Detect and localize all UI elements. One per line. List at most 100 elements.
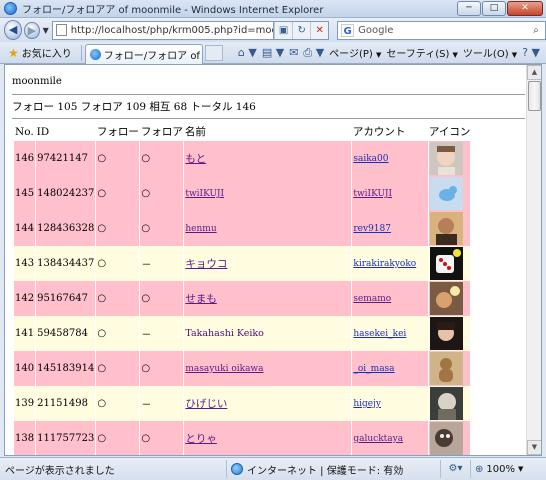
- row-account-cell: twiIKUJI: [351, 176, 430, 211]
- user-name-link[interactable]: ひげじい: [185, 398, 227, 410]
- home-icon[interactable]: ⌂ ▼: [238, 46, 257, 59]
- account-link[interactable]: _oi_masa: [353, 364, 394, 374]
- row-id: 111757723: [35, 421, 97, 455]
- user-name-link[interactable]: masayuki oikawa: [185, 364, 263, 374]
- tab-ie-icon: [89, 48, 101, 60]
- account-link[interactable]: rev9187: [353, 224, 391, 234]
- avatar: [429, 387, 470, 420]
- row-follow: ○: [95, 246, 141, 281]
- row-id: 148024237: [35, 176, 97, 211]
- row-id: 97421147: [35, 141, 97, 176]
- page-menu[interactable]: ページ(P) ▼: [329, 45, 381, 60]
- row-no: 145: [14, 176, 37, 211]
- account-link[interactable]: twiIKUJI: [353, 189, 392, 199]
- page-viewport: moonmile フォロー 105 フォロア 109 相互 68 トータル 14…: [4, 64, 542, 456]
- recent-pages-dropdown[interactable]: ▼: [43, 26, 49, 35]
- vertical-scrollbar[interactable]: ▲ ▼: [526, 65, 541, 455]
- command-bar: ★ お気に入り フォロー/フォロア of 005... ⌂ ▼ ▤ ▼ ✉ ⎙ …: [0, 42, 546, 64]
- browser-tab[interactable]: フォロー/フォロア of 005...: [84, 43, 203, 64]
- row-name-cell: twiIKUJI: [183, 176, 353, 211]
- window-controls: ─ □ ✕: [457, 1, 543, 16]
- row-no: 141: [14, 316, 37, 351]
- table-row: 141 59458784 ○ － Takahashi Keiko hasekei_kei: [14, 316, 471, 351]
- address-bar[interactable]: http://localhost/php/krm005.php?id=moo: [51, 20, 275, 40]
- row-account-cell: hasekei_kei: [351, 316, 430, 351]
- row-id: 128436328: [35, 211, 97, 246]
- feeds-icon[interactable]: ▤ ▼: [262, 46, 284, 59]
- print-icon[interactable]: ⎙ ▼: [303, 46, 324, 60]
- row-follower: －: [139, 246, 185, 281]
- security-zone[interactable]: インターネット | 保護モード: 有効: [226, 460, 440, 478]
- star-icon: ★: [8, 45, 19, 60]
- search-box[interactable]: G Google ⌕: [337, 20, 546, 40]
- avatar: [429, 352, 470, 385]
- row-avatar-cell: [428, 316, 471, 351]
- status-bar: ページが表示されました インターネット | 保護モード: 有効 ⚙▾ ⊕ 100…: [0, 457, 546, 480]
- close-button[interactable]: ✕: [507, 1, 543, 16]
- help-icon[interactable]: ? ▼: [522, 46, 540, 59]
- settings-icon[interactable]: ⚙▾: [440, 460, 470, 478]
- stop-icon[interactable]: ✕: [310, 21, 328, 39]
- address-url: http://localhost/php/krm005.php?id=moo: [70, 24, 275, 36]
- row-avatar-cell: [428, 141, 471, 176]
- row-avatar-cell: [428, 211, 471, 246]
- forward-button[interactable]: ▶: [24, 21, 40, 39]
- command-tools: ⌂ ▼ ▤ ▼ ✉ ⎙ ▼ ページ(P) ▼ セーフティ(S) ▼ ツール(O)…: [238, 45, 546, 61]
- row-avatar-cell: [428, 246, 471, 281]
- account-link[interactable]: hasekei_kei: [353, 329, 406, 339]
- row-avatar-cell: [428, 176, 471, 211]
- row-no: 144: [14, 211, 37, 246]
- row-no: 143: [14, 246, 37, 281]
- window-titlebar: フォロー/フォロアア of moonmile - Windows Interne…: [0, 0, 546, 18]
- maximize-button[interactable]: □: [482, 1, 506, 16]
- back-button[interactable]: ◀: [4, 20, 23, 40]
- user-name-link[interactable]: キョウコ: [185, 258, 227, 270]
- row-follower: ○: [139, 421, 185, 455]
- table-row: 146 97421147 ○ ○ もと saika00: [14, 141, 471, 176]
- tools-menu[interactable]: ツール(O) ▼: [463, 45, 517, 60]
- scroll-down-button[interactable]: ▼: [527, 440, 541, 455]
- row-no: 139: [14, 386, 37, 421]
- mail-icon[interactable]: ✉: [289, 46, 298, 59]
- search-icon[interactable]: ⌕: [527, 25, 545, 36]
- minimize-button[interactable]: ─: [457, 1, 481, 16]
- row-id: 59458784: [35, 316, 97, 351]
- scroll-up-button[interactable]: ▲: [527, 65, 541, 80]
- column-header-account: アカウント: [352, 126, 406, 138]
- row-id: 138434437: [35, 246, 97, 281]
- account-link[interactable]: semamo: [353, 294, 391, 304]
- row-account-cell: galucktaya: [351, 421, 430, 455]
- safety-menu[interactable]: セーフティ(S) ▼: [386, 45, 458, 60]
- user-table: No. ID フォロー フォロア 名前 アカウント アイコン 146 974211…: [14, 122, 471, 455]
- account-link[interactable]: galucktaya: [353, 434, 403, 444]
- user-name-link[interactable]: henmu: [185, 224, 216, 234]
- divider: [12, 94, 525, 95]
- row-account-cell: rev9187: [351, 211, 430, 246]
- new-tab-button[interactable]: [204, 44, 223, 61]
- compat-view-icon[interactable]: ▣: [274, 21, 292, 39]
- account-link[interactable]: kirakirakyoko: [353, 259, 416, 269]
- user-name-link[interactable]: twiIKUJI: [185, 189, 224, 199]
- row-name-cell: masayuki oikawa: [183, 351, 353, 386]
- row-name-cell: Takahashi Keiko: [183, 316, 353, 351]
- favorites-button[interactable]: ★ お気に入り: [0, 42, 78, 64]
- column-header-follow: フォロー: [96, 126, 139, 138]
- address-actions: ▣ ↻ ✕: [274, 20, 330, 40]
- account-link[interactable]: saika00: [353, 154, 388, 164]
- scroll-thumb[interactable]: [528, 81, 541, 111]
- row-no: 138: [14, 421, 37, 455]
- column-header-id: ID: [36, 125, 50, 138]
- row-avatar-cell: [428, 421, 471, 455]
- row-avatar-cell: [428, 351, 471, 386]
- user-name-link[interactable]: せまも: [185, 293, 217, 305]
- row-name-cell: もと: [183, 141, 353, 176]
- user-name-link[interactable]: もと: [185, 153, 206, 165]
- user-name-link[interactable]: Takahashi Keiko: [185, 328, 264, 339]
- column-header-name: 名前: [184, 126, 206, 138]
- page-content: moonmile フォロー 105 フォロア 109 相互 68 トータル 14…: [5, 65, 527, 455]
- user-name-link[interactable]: とりゃ: [185, 433, 217, 445]
- table-row: 142 95167647 ○ ○ せまも semamo: [14, 281, 471, 316]
- refresh-icon[interactable]: ↻: [292, 21, 310, 39]
- account-link[interactable]: higejy: [353, 399, 381, 409]
- zoom-control[interactable]: ⊕ 100% ▼: [470, 460, 523, 478]
